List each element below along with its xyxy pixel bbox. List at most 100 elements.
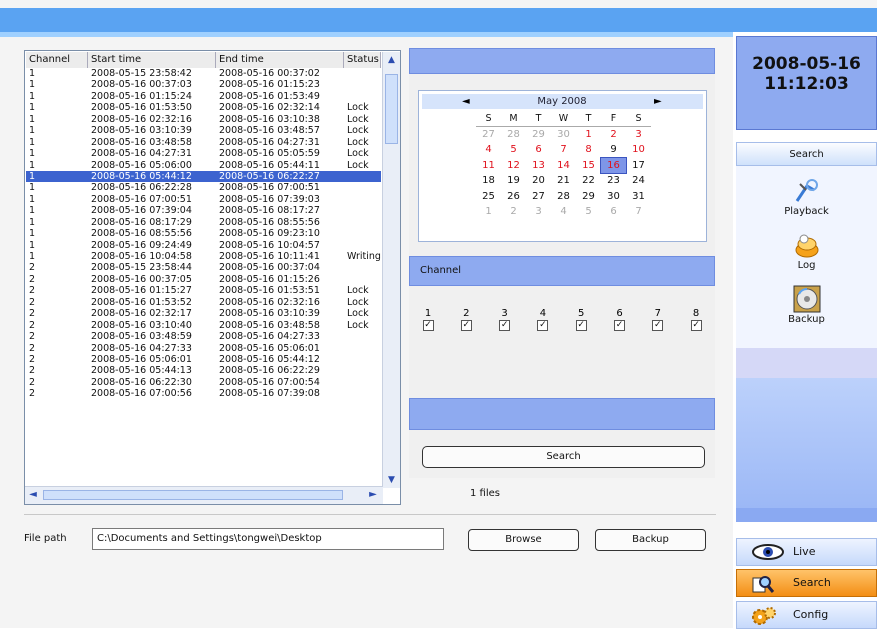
table-row[interactable]: 1 2008-05-16 08:17:29 2008-05-16 08:55:56 [26,217,381,228]
calendar-day[interactable]: 24 [626,173,651,189]
calendar-day[interactable]: 6 [601,204,626,220]
calendar-day[interactable]: 9 [601,142,626,158]
table-row[interactable]: 2 2008-05-16 03:10:40 2008-05-16 03:48:58 L… [26,320,381,331]
table-row[interactable]: 1 2008-05-16 00:37:03 2008-05-16 01:15:23 [26,79,381,90]
table-row[interactable]: 1 2008-05-16 03:48:58 2008-05-16 04:27:31 L… [26,137,381,148]
calendar-day[interactable]: 3 [526,204,551,220]
calendar-day[interactable]: 25 [476,189,501,205]
playback-tool[interactable]: Playback [736,176,877,217]
calendar-day[interactable]: 23 [601,173,626,189]
horizontal-scrollbar[interactable]: ◄ ► [25,486,383,504]
table-row[interactable]: 1 2008-05-16 09:24:49 2008-05-16 10:04:57 [26,240,381,251]
scroll-up-icon[interactable]: ▲ [383,52,400,68]
calendar-day[interactable]: 12 [501,158,526,174]
table-row[interactable]: 1 2008-05-16 03:10:39 2008-05-16 03:48:57 L… [26,125,381,136]
channel-checkbox[interactable]: ✓ [422,320,434,331]
calendar-day[interactable]: 27 [526,189,551,205]
table-row[interactable]: 2 2008-05-16 05:06:01 2008-05-16 05:44:12 [26,354,381,365]
calendar-day[interactable]: 7 [626,204,651,220]
prev-month-icon[interactable]: ◄ [462,94,470,109]
calendar-day[interactable]: 3 [626,127,651,143]
calendar-day[interactable]: 29 [576,189,601,205]
column-end-time[interactable]: End time [216,52,344,68]
calendar-day[interactable]: 30 [551,127,576,143]
calendar-day[interactable]: 5 [576,204,601,220]
table-row[interactable]: 1 2008-05-15 23:58:42 2008-05-16 00:37:02 [26,68,381,79]
log-tool[interactable]: Log [736,230,877,271]
table-row[interactable]: 1 2008-05-16 06:22:28 2008-05-16 07:00:51 [26,182,381,193]
nav-config[interactable]: Config [736,601,877,629]
search-button[interactable]: Search [422,446,705,468]
browse-button[interactable]: Browse [468,529,579,551]
calendar-day[interactable]: 4 [551,204,576,220]
table-row[interactable]: 1 2008-05-16 01:15:24 2008-05-16 01:53:49 [26,91,381,102]
recording-list[interactable]: Channel Start time End time Status 1 2008… [24,50,401,505]
horizontal-scroll-thumb[interactable] [43,490,343,500]
table-row[interactable]: 1 2008-05-16 04:27:31 2008-05-16 05:05:59 L… [26,148,381,159]
channel-checkbox[interactable]: ✓ [499,320,511,331]
calendar-day[interactable]: 14 [551,158,576,174]
calendar-day[interactable]: 20 [526,173,551,189]
calendar-day[interactable]: 4 [476,142,501,158]
calendar-day[interactable]: 31 [626,189,651,205]
table-row[interactable]: 2 2008-05-16 07:00:56 2008-05-16 07:39:08 [26,388,381,399]
scroll-down-icon[interactable]: ▼ [383,472,400,488]
channel-7-option[interactable]: 7 ✓ [651,308,665,331]
calendar-day[interactable]: 18 [476,173,501,189]
channel-2-option[interactable]: 2 ✓ [459,308,473,331]
table-row[interactable]: 2 2008-05-16 00:37:05 2008-05-16 01:15:26 [26,274,381,285]
table-row[interactable]: 2 2008-05-16 06:22:30 2008-05-16 07:00:54 [26,377,381,388]
calendar-day[interactable]: 7 [551,142,576,158]
file-path-input[interactable]: C:\Documents and Settings\tongwei\Deskto… [92,528,444,550]
table-row[interactable]: 1 2008-05-16 02:32:16 2008-05-16 03:10:38 L… [26,114,381,125]
backup-button[interactable]: Backup [595,529,706,551]
channel-checkbox[interactable]: ✓ [575,320,587,331]
calendar-day[interactable]: 28 [501,127,526,143]
table-row[interactable]: 2 2008-05-16 05:44:13 2008-05-16 06:22:29 [26,365,381,376]
table-row[interactable]: 2 2008-05-16 01:53:52 2008-05-16 02:32:16 L… [26,297,381,308]
calendar-day[interactable]: 2 [501,204,526,220]
calendar-day[interactable]: 5 [501,142,526,158]
backup-tool[interactable]: Backup [736,284,877,325]
calendar-day[interactable]: 15 [576,158,601,174]
calendar-day[interactable]: 13 [526,158,551,174]
calendar-day[interactable]: 21 [551,173,576,189]
calendar-day[interactable]: 2 [601,127,626,143]
nav-live[interactable]: Live [736,538,877,566]
calendar-day[interactable]: 17 [626,158,651,174]
calendar-day[interactable]: 1 [576,127,601,143]
calendar-day[interactable]: 27 [476,127,501,143]
channel-6-option[interactable]: 6 ✓ [613,308,627,331]
channel-checkbox[interactable]: ✓ [614,320,625,331]
channel-1-option[interactable]: 1 ✓ [421,308,435,331]
channel-checkbox[interactable]: ✓ [690,320,702,331]
calendar-day[interactable]: 8 [576,142,601,158]
table-row[interactable]: 1 2008-05-16 07:39:04 2008-05-16 08:17:27 [26,205,381,216]
channel-checkbox[interactable]: ✓ [537,320,549,331]
nav-search[interactable]: Search [736,569,877,597]
scroll-left-icon[interactable]: ◄ [25,487,41,503]
table-row[interactable]: 1 2008-05-16 07:00:51 2008-05-16 07:39:03 [26,194,381,205]
calendar-day[interactable]: 29 [526,127,551,143]
calendar-day[interactable]: 22 [576,173,601,189]
vertical-scroll-thumb[interactable] [385,74,398,144]
channel-checkbox[interactable]: ✓ [652,320,664,331]
table-row[interactable]: 2 2008-05-16 01:15:27 2008-05-16 01:53:51 L… [26,285,381,296]
channel-4-option[interactable]: 4 ✓ [536,308,550,331]
scroll-right-icon[interactable]: ► [365,487,381,503]
column-start-time[interactable]: Start time [88,52,216,68]
table-row[interactable]: 2 2008-05-16 02:32:17 2008-05-16 03:10:39 L… [26,308,381,319]
table-row[interactable]: 2 2008-05-16 04:27:33 2008-05-16 05:06:01 [26,343,381,354]
calendar-day[interactable]: 28 [551,189,576,205]
calendar-day[interactable]: 16 [600,156,627,174]
calendar-day[interactable]: 19 [501,173,526,189]
channel-8-option[interactable]: 8 ✓ [689,308,703,331]
calendar-day[interactable]: 1 [476,204,501,220]
table-row[interactable]: 1 2008-05-16 05:44:12 2008-05-16 06:22:27 [26,170,381,183]
channel-checkbox[interactable]: ✓ [460,320,472,331]
column-status[interactable]: Status [344,52,381,68]
table-row[interactable]: 2 2008-05-16 03:48:59 2008-05-16 04:27:33 [26,331,381,342]
calendar-day[interactable]: 26 [501,189,526,205]
column-channel[interactable]: Channel [26,52,88,68]
table-row[interactable]: 1 2008-05-16 08:55:56 2008-05-16 09:23:10 [26,228,381,239]
